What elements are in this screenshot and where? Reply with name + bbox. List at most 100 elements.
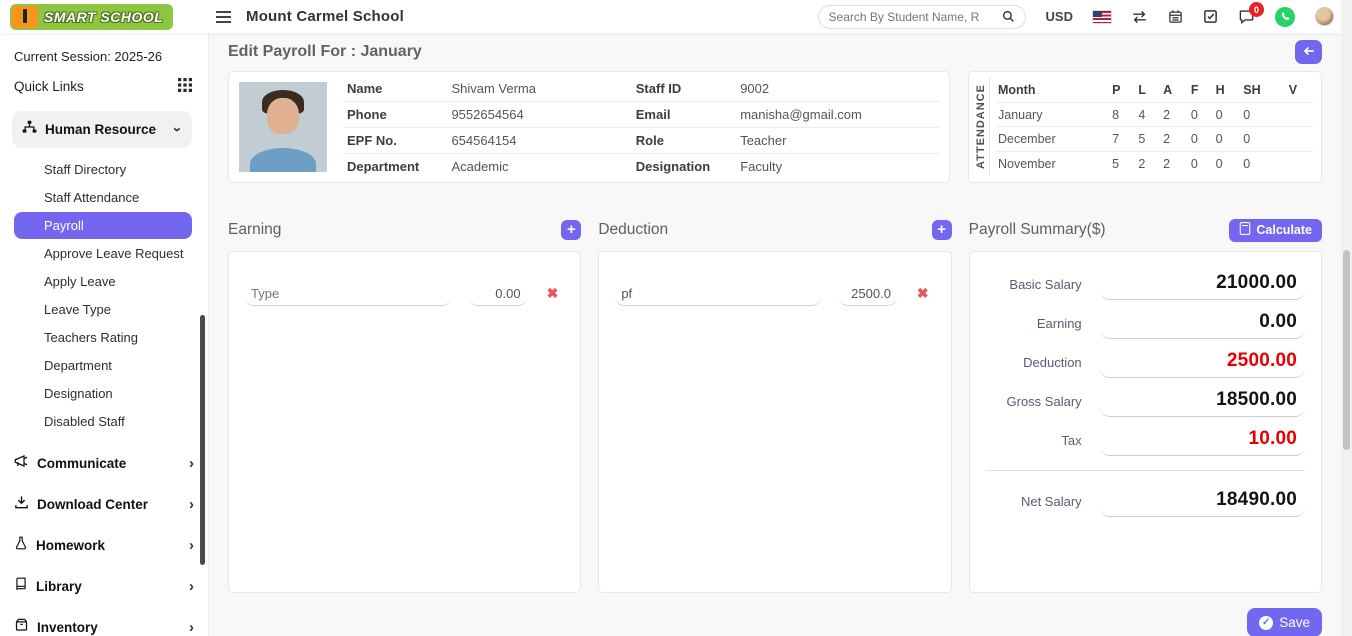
main-content: Edit Payroll For : January NameShivam Ve… [209, 33, 1352, 636]
deduction-entry-row: ✖ [615, 282, 934, 306]
chevron-right-icon: › [189, 537, 194, 554]
window-scrollbar-thumb[interactable] [1343, 250, 1350, 450]
chevron-right-icon: › [189, 496, 194, 513]
flask-icon [14, 536, 28, 555]
sidebar-item-teachers-rating[interactable]: Teachers Rating [14, 324, 192, 351]
table-row: November5 22 00 0 [996, 152, 1313, 176]
deduction-card: ✖ [598, 251, 951, 593]
table-row: December7 52 00 0 [996, 127, 1313, 152]
sidebar-item-leave-type[interactable]: Leave Type [14, 296, 192, 323]
back-button[interactable] [1295, 40, 1322, 64]
add-earning-button[interactable]: + [561, 220, 581, 240]
deduction-type-input[interactable] [615, 282, 821, 306]
whatsapp-icon[interactable] [1275, 7, 1295, 27]
remove-deduction-icon[interactable]: ✖ [917, 285, 929, 302]
add-deduction-button[interactable]: + [932, 220, 952, 240]
currency-label[interactable]: USD [1046, 9, 1073, 24]
staff-info-card: NameShivam Verma Staff ID9002 Phone95526… [228, 71, 950, 183]
summary-row-earning: Earning 0.00 [986, 309, 1305, 339]
current-session-label: Current Session: 2025-26 [12, 45, 208, 76]
tax-value: 10.00 [1100, 426, 1305, 456]
sidebar-scrollbar[interactable] [200, 315, 205, 565]
window-scrollbar[interactable] [1341, 0, 1352, 636]
swap-arrows-icon[interactable] [1131, 10, 1148, 24]
deduction-amount-input[interactable] [839, 282, 897, 306]
attendance-table: Month P L A F H SH V January8 42 00 0 De… [996, 78, 1313, 176]
save-label: Save [1279, 615, 1310, 630]
download-icon [14, 495, 29, 514]
search-icon[interactable] [1002, 10, 1015, 23]
logo[interactable]: SMART SCHOOL [0, 4, 209, 30]
sidebar-item-download-center[interactable]: Download Center › [12, 484, 208, 525]
calendar-icon[interactable] [1168, 9, 1183, 24]
sidebar-item-disabled-staff[interactable]: Disabled Staff [14, 408, 192, 435]
quick-links-label: Quick Links [14, 79, 84, 94]
user-avatar[interactable] [1315, 7, 1334, 26]
earning-card: ✖ [228, 251, 581, 593]
earning-amount-input[interactable] [469, 282, 527, 306]
sidebar-item-staff-directory[interactable]: Staff Directory [14, 156, 192, 183]
grid-icon[interactable] [178, 78, 192, 95]
sidebar: Current Session: 2025-26 Quick Links Hum… [0, 33, 209, 636]
book-icon [14, 577, 28, 596]
box-icon [14, 618, 29, 636]
top-header: SMART SCHOOL Mount Carmel School USD 0 [0, 0, 1352, 33]
earning-value: 0.00 [1100, 309, 1305, 339]
summary-column: Payroll Summary($) Calculate Basic Salar… [969, 217, 1322, 593]
chevron-right-icon: › [189, 455, 194, 472]
summary-row-deduction: Deduction 2500.00 [986, 348, 1305, 378]
sidebar-item-approve-leave-request[interactable]: Approve Leave Request [14, 240, 192, 267]
menu-toggle-icon[interactable] [215, 10, 232, 24]
sidebar-item-staff-attendance[interactable]: Staff Attendance [14, 184, 192, 211]
student-search[interactable] [818, 5, 1026, 29]
summary-row-basic-salary: Basic Salary 21000.00 [986, 270, 1305, 300]
calculate-button[interactable]: Calculate [1229, 219, 1322, 242]
deduction-column: Deduction + ✖ [598, 217, 951, 593]
sidebar-item-homework[interactable]: Homework › [12, 525, 208, 566]
earning-type-input[interactable] [245, 282, 451, 306]
messages-icon[interactable]: 0 [1238, 9, 1255, 24]
sidebar-item-human-resource[interactable]: Human Resource › [12, 111, 192, 148]
table-header-row: Month P L A F H SH V [996, 78, 1313, 102]
logo-text: SMART SCHOOL [44, 9, 163, 25]
page-title: Edit Payroll For : January [228, 43, 422, 61]
sidebar-item-designation[interactable]: Designation [14, 380, 192, 407]
payroll-summary-title: Payroll Summary($) [969, 221, 1106, 239]
summary-divider [986, 470, 1305, 471]
chevron-right-icon: › [189, 619, 194, 636]
attendance-card: ATTENDANCE Month P L A F H SH V January8… [968, 71, 1322, 183]
calculator-icon [1239, 222, 1251, 238]
quick-links[interactable]: Quick Links [12, 76, 208, 107]
sitemap-icon [22, 120, 37, 139]
language-flag-icon[interactable] [1093, 11, 1111, 23]
basic-salary-value: 21000.00 [1100, 270, 1305, 300]
sidebar-item-apply-leave[interactable]: Apply Leave [14, 268, 192, 295]
table-row: DepartmentAcademic DesignationFaculty [343, 153, 939, 179]
search-input[interactable] [829, 10, 1002, 24]
sidebar-item-library[interactable]: Library › [12, 566, 208, 607]
sidebar-item-department[interactable]: Department [14, 352, 192, 379]
attendance-vertical-label: ATTENDANCE [973, 78, 990, 176]
sidebar-item-communicate[interactable]: Communicate › [12, 443, 208, 484]
table-row: Phone9552654564 Emailmanisha@gmail.com [343, 101, 939, 127]
arrow-left-icon [1302, 45, 1316, 60]
table-row: NameShivam Verma Staff ID9002 [343, 76, 939, 102]
school-title: Mount Carmel School [246, 8, 404, 25]
table-row: January8 42 00 0 [996, 102, 1313, 127]
staff-photo [239, 82, 327, 172]
net-salary-value: 18490.00 [1100, 487, 1305, 517]
deduction-title: Deduction [598, 221, 668, 239]
payroll-summary-card: Basic Salary 21000.00 Earning 0.00 Deduc… [969, 251, 1322, 593]
check-circle-icon: ✓ [1259, 616, 1273, 630]
table-row: EPF No.654564154 RoleTeacher [343, 127, 939, 153]
sidebar-item-inventory[interactable]: Inventory › [12, 607, 208, 636]
remove-earning-icon[interactable]: ✖ [547, 285, 559, 302]
save-button[interactable]: ✓ Save [1247, 608, 1322, 636]
message-count-badge: 0 [1249, 2, 1264, 17]
megaphone-icon [14, 454, 29, 473]
hr-section-label: Human Resource [45, 122, 175, 137]
task-check-icon[interactable] [1203, 9, 1218, 24]
earning-entry-row: ✖ [245, 282, 564, 306]
sidebar-item-payroll[interactable]: Payroll [14, 212, 192, 239]
summary-row-gross-salary: Gross Salary 18500.00 [986, 387, 1305, 417]
